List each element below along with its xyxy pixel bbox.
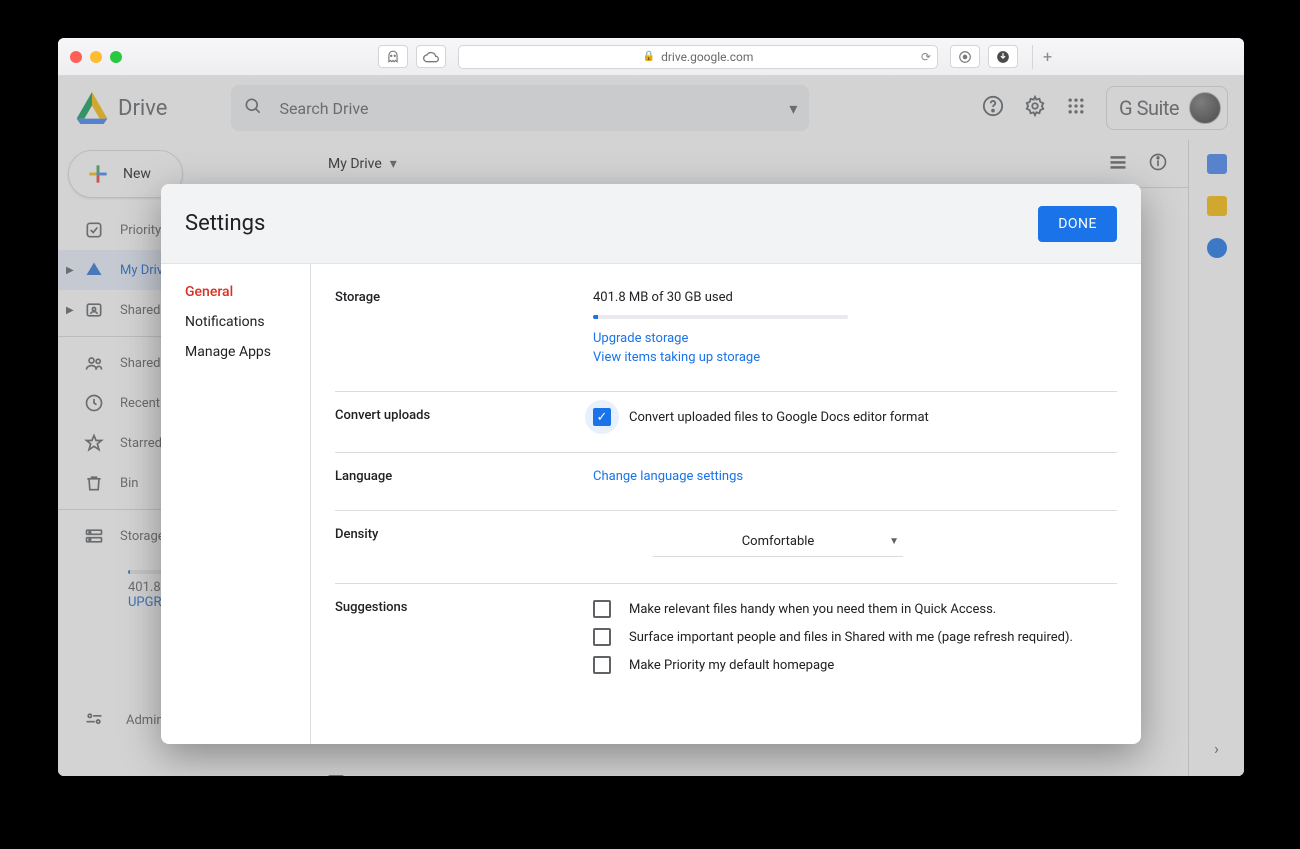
- density-value: Comfortable: [742, 534, 815, 549]
- reload-icon[interactable]: ⟳: [921, 50, 931, 64]
- lock-icon: 🔒: [643, 51, 655, 62]
- section-label: Convert uploads: [335, 408, 593, 426]
- dialog-nav: General Notifications Manage Apps: [161, 264, 311, 744]
- settings-dialog: Settings DONE General Notifications Mana…: [161, 184, 1141, 744]
- section-language: Language Change language settings: [335, 452, 1117, 510]
- upgrade-storage-link[interactable]: Upgrade storage: [593, 331, 1117, 346]
- done-button[interactable]: DONE: [1038, 206, 1117, 242]
- storage-meter: [593, 315, 848, 319]
- change-language-link[interactable]: Change language settings: [593, 469, 743, 484]
- dialog-header: Settings DONE: [161, 184, 1141, 264]
- dialog-content: Storage 401.8 MB of 30 GB used Upgrade s…: [311, 264, 1141, 744]
- suggestion-priority-homepage-checkbox[interactable]: [593, 656, 611, 674]
- convert-uploads-desc: Convert uploaded files to Google Docs ed…: [629, 410, 929, 425]
- chevron-down-icon: ▼: [889, 536, 899, 547]
- suggestion-shared-people-checkbox[interactable]: [593, 628, 611, 646]
- address-text: drive.google.com: [661, 50, 753, 64]
- section-label: Language: [335, 469, 593, 484]
- section-storage: Storage 401.8 MB of 30 GB used Upgrade s…: [335, 286, 1117, 391]
- downloads-icon[interactable]: [988, 45, 1018, 68]
- dialog-nav-manage-apps[interactable]: Manage Apps: [185, 344, 310, 360]
- extension-ghostery-icon[interactable]: [378, 45, 408, 68]
- new-tab-button[interactable]: +: [1032, 45, 1062, 69]
- extension-adblock-icon[interactable]: [950, 45, 980, 68]
- section-density: Density Comfortable ▼: [335, 510, 1117, 583]
- view-storage-items-link[interactable]: View items taking up storage: [593, 350, 1117, 365]
- window-minimize[interactable]: [90, 51, 102, 63]
- modal-overlay: Settings DONE General Notifications Mana…: [58, 76, 1244, 776]
- section-label: Density: [335, 527, 593, 557]
- suggestion-text: Surface important people and files in Sh…: [629, 630, 1073, 645]
- storage-used: 401.8 MB of 30 GB used: [593, 290, 1117, 305]
- section-suggestions: Suggestions Make relevant files handy wh…: [335, 583, 1117, 700]
- dialog-nav-notifications[interactable]: Notifications: [185, 314, 310, 330]
- suggestion-text: Make relevant files handy when you need …: [629, 602, 996, 617]
- drive-app: Drive ▾ G Suite: [58, 76, 1244, 776]
- suggestion-quick-access-checkbox[interactable]: [593, 600, 611, 618]
- macos-titlebar: 🔒 drive.google.com ⟳ +: [58, 38, 1244, 76]
- section-convert-uploads: Convert uploads Convert uploaded files t…: [335, 391, 1117, 452]
- convert-uploads-checkbox[interactable]: [593, 408, 611, 426]
- icloud-icon[interactable]: [416, 45, 446, 68]
- suggestion-text: Make Priority my default homepage: [629, 658, 834, 673]
- window-zoom[interactable]: [110, 51, 122, 63]
- density-select[interactable]: Comfortable ▼: [653, 527, 903, 557]
- dialog-title: Settings: [185, 211, 265, 236]
- window-close[interactable]: [70, 51, 82, 63]
- section-label: Suggestions: [335, 600, 593, 674]
- section-label: Storage: [335, 290, 593, 365]
- address-bar[interactable]: 🔒 drive.google.com ⟳: [458, 45, 938, 69]
- dialog-nav-general[interactable]: General: [185, 284, 310, 300]
